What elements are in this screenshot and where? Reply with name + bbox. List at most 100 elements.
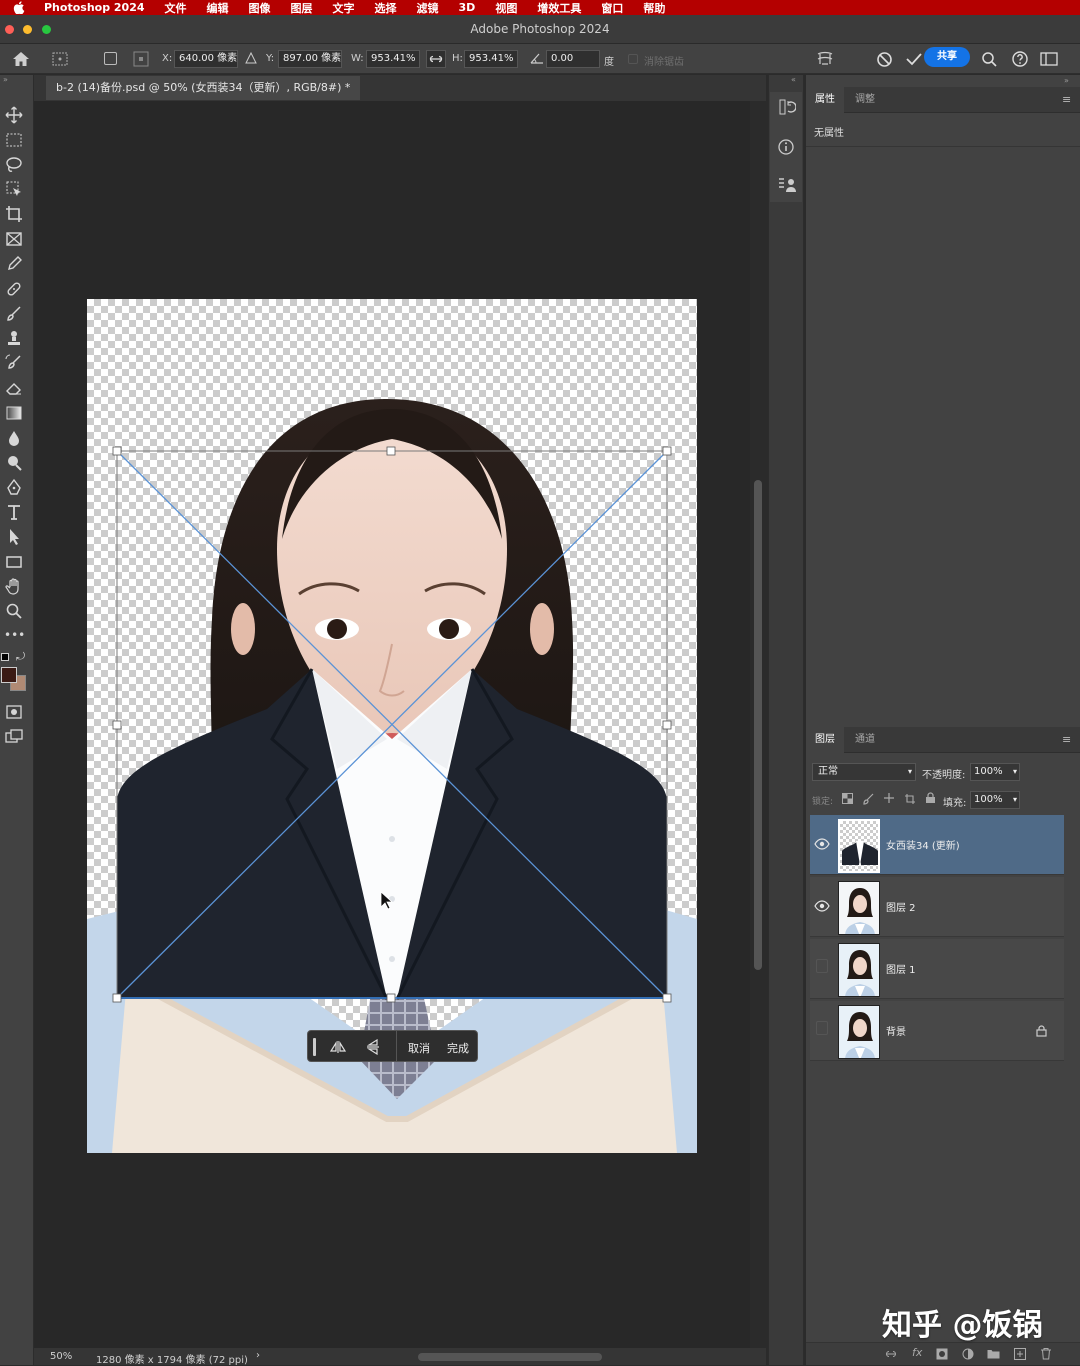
blur-tool-icon[interactable]: [4, 428, 24, 448]
eraser-tool-icon[interactable]: [4, 378, 24, 398]
layer-row[interactable]: 背景: [810, 1001, 1064, 1061]
drag-handle[interactable]: [313, 1038, 316, 1056]
workspace-icon[interactable]: [1040, 52, 1058, 66]
tab-adjustments[interactable]: 调整: [846, 87, 884, 113]
swap-colors-icon[interactable]: ⤾: [16, 650, 25, 664]
quick-mask-icon[interactable]: [4, 702, 24, 722]
group-folder-icon[interactable]: [987, 1348, 1000, 1359]
apple-icon[interactable]: [12, 1, 26, 14]
foreground-color-swatch[interactable]: [1, 667, 17, 683]
collapse-dock-icon[interactable]: «: [791, 75, 796, 84]
new-layer-icon[interactable]: [1014, 1348, 1026, 1360]
share-button[interactable]: 共享: [924, 47, 970, 67]
zoom-level[interactable]: 50%: [50, 1351, 72, 1362]
menu-filter[interactable]: 滤镜: [417, 0, 439, 16]
commit-transform-icon[interactable]: [905, 51, 923, 67]
gradient-tool-icon[interactable]: [4, 403, 24, 423]
relative-position-icon[interactable]: [245, 52, 257, 64]
menu-image[interactable]: 图像: [249, 0, 271, 16]
menu-window[interactable]: 窗口: [601, 0, 623, 16]
lock-position-icon[interactable]: [883, 792, 895, 804]
type-tool-icon[interactable]: [4, 502, 24, 522]
warp-mode-icon[interactable]: [815, 50, 835, 68]
reference-point-icon[interactable]: [52, 52, 68, 66]
healing-brush-tool-icon[interactable]: [4, 279, 24, 299]
menu-view[interactable]: 视图: [495, 0, 517, 16]
lock-all-icon[interactable]: [925, 792, 936, 804]
visibility-toggle[interactable]: [816, 959, 828, 973]
document-info[interactable]: 1280 像素 x 1794 像素 (72 ppi): [96, 1351, 248, 1366]
tab-channels[interactable]: 通道: [846, 727, 884, 753]
history-brush-tool-icon[interactable]: [4, 353, 24, 373]
lasso-tool-icon[interactable]: [4, 155, 24, 175]
search-icon[interactable]: [981, 51, 998, 68]
vertical-scrollbar[interactable]: [754, 480, 762, 970]
tab-properties[interactable]: 属性: [806, 87, 844, 113]
menu-file[interactable]: 文件: [165, 0, 187, 16]
opacity-chevron-icon[interactable]: ▾: [1013, 764, 1017, 780]
frame-tool-icon[interactable]: [4, 229, 24, 249]
y-position-field[interactable]: 897.00 像素: [278, 50, 342, 68]
tab-layers[interactable]: 图层: [806, 727, 844, 753]
adjustment-layer-icon[interactable]: [962, 1348, 974, 1360]
height-field[interactable]: 953.41%: [464, 50, 518, 68]
crop-tool-icon[interactable]: [4, 204, 24, 224]
layer-name[interactable]: 女西装34 (更新): [886, 837, 960, 852]
menu-3d[interactable]: 3D: [459, 1, 476, 14]
collapse-tools-icon[interactable]: »: [0, 75, 34, 85]
help-icon[interactable]: [1011, 50, 1029, 68]
lock-image-icon[interactable]: [862, 793, 874, 805]
x-position-field[interactable]: 640.00 像素: [174, 50, 238, 68]
eye-icon[interactable]: [814, 899, 830, 913]
layers-menu-icon[interactable]: ≡: [1062, 733, 1071, 746]
link-layers-icon[interactable]: [884, 1348, 898, 1360]
object-selection-tool-icon[interactable]: [4, 179, 24, 199]
dodge-tool-icon[interactable]: [4, 453, 24, 473]
layer-name[interactable]: 背景: [886, 1023, 906, 1038]
opacity-field[interactable]: 100% ▾: [970, 763, 1020, 781]
layer-name[interactable]: 图层 1: [886, 961, 916, 976]
pen-tool-icon[interactable]: [4, 478, 24, 498]
delete-layer-icon[interactable]: [1040, 1347, 1052, 1360]
link-proportions-button[interactable]: [426, 50, 446, 68]
reference-grid-icon[interactable]: [133, 51, 149, 67]
menu-type[interactable]: 文字: [333, 0, 355, 16]
collapse-panels-icon[interactable]: »: [1064, 76, 1069, 85]
marquee-tool-icon[interactable]: [4, 130, 24, 150]
reference-point-checkbox[interactable]: [104, 52, 117, 65]
cancel-transform-icon[interactable]: [876, 51, 893, 68]
layer-row[interactable]: 女西装34 (更新): [810, 815, 1064, 875]
lock-transparent-icon[interactable]: [842, 793, 853, 804]
clone-stamp-tool-icon[interactable]: [4, 329, 24, 349]
default-colors-icon[interactable]: [1, 653, 9, 661]
document-canvas[interactable]: [87, 299, 697, 1153]
status-arrow-icon[interactable]: ›: [256, 1350, 260, 1361]
width-field[interactable]: 953.41%: [366, 50, 420, 68]
layer-row[interactable]: 图层 2: [810, 877, 1064, 937]
properties-menu-icon[interactable]: ≡: [1062, 93, 1071, 106]
horizontal-scrollbar[interactable]: [418, 1353, 602, 1361]
path-selection-tool-icon[interactable]: [4, 527, 24, 547]
hand-tool-icon[interactable]: [4, 577, 24, 597]
menu-layer[interactable]: 图层: [291, 0, 313, 16]
layer-mask-icon[interactable]: [936, 1348, 948, 1360]
info-panel-icon[interactable]: [777, 138, 795, 156]
flip-vertical-icon[interactable]: [366, 1039, 380, 1055]
layer-effects-icon[interactable]: fx: [912, 1346, 922, 1359]
move-tool-icon[interactable]: [4, 105, 24, 125]
menu-app-name[interactable]: Photoshop 2024: [44, 1, 145, 14]
antialias-checkbox[interactable]: [628, 54, 638, 64]
layer-row[interactable]: 图层 1: [810, 939, 1064, 999]
screen-mode-icon[interactable]: [4, 727, 24, 747]
menu-select[interactable]: 选择: [375, 0, 397, 16]
home-icon[interactable]: [12, 51, 30, 67]
fill-field[interactable]: 100% ▾: [970, 791, 1020, 809]
fill-chevron-icon[interactable]: ▾: [1013, 792, 1017, 808]
properties-panel-icon[interactable]: [777, 176, 797, 194]
more-tools-icon[interactable]: •••: [4, 625, 25, 645]
menu-help[interactable]: 帮助: [643, 0, 665, 16]
flip-horizontal-icon[interactable]: [330, 1040, 346, 1054]
history-panel-icon[interactable]: [778, 98, 796, 116]
brush-tool-icon[interactable]: [4, 304, 24, 324]
document-tab[interactable]: b-2 (14)备份.psd @ 50% (女西装34（更新）, RGB/8#)…: [46, 76, 361, 100]
